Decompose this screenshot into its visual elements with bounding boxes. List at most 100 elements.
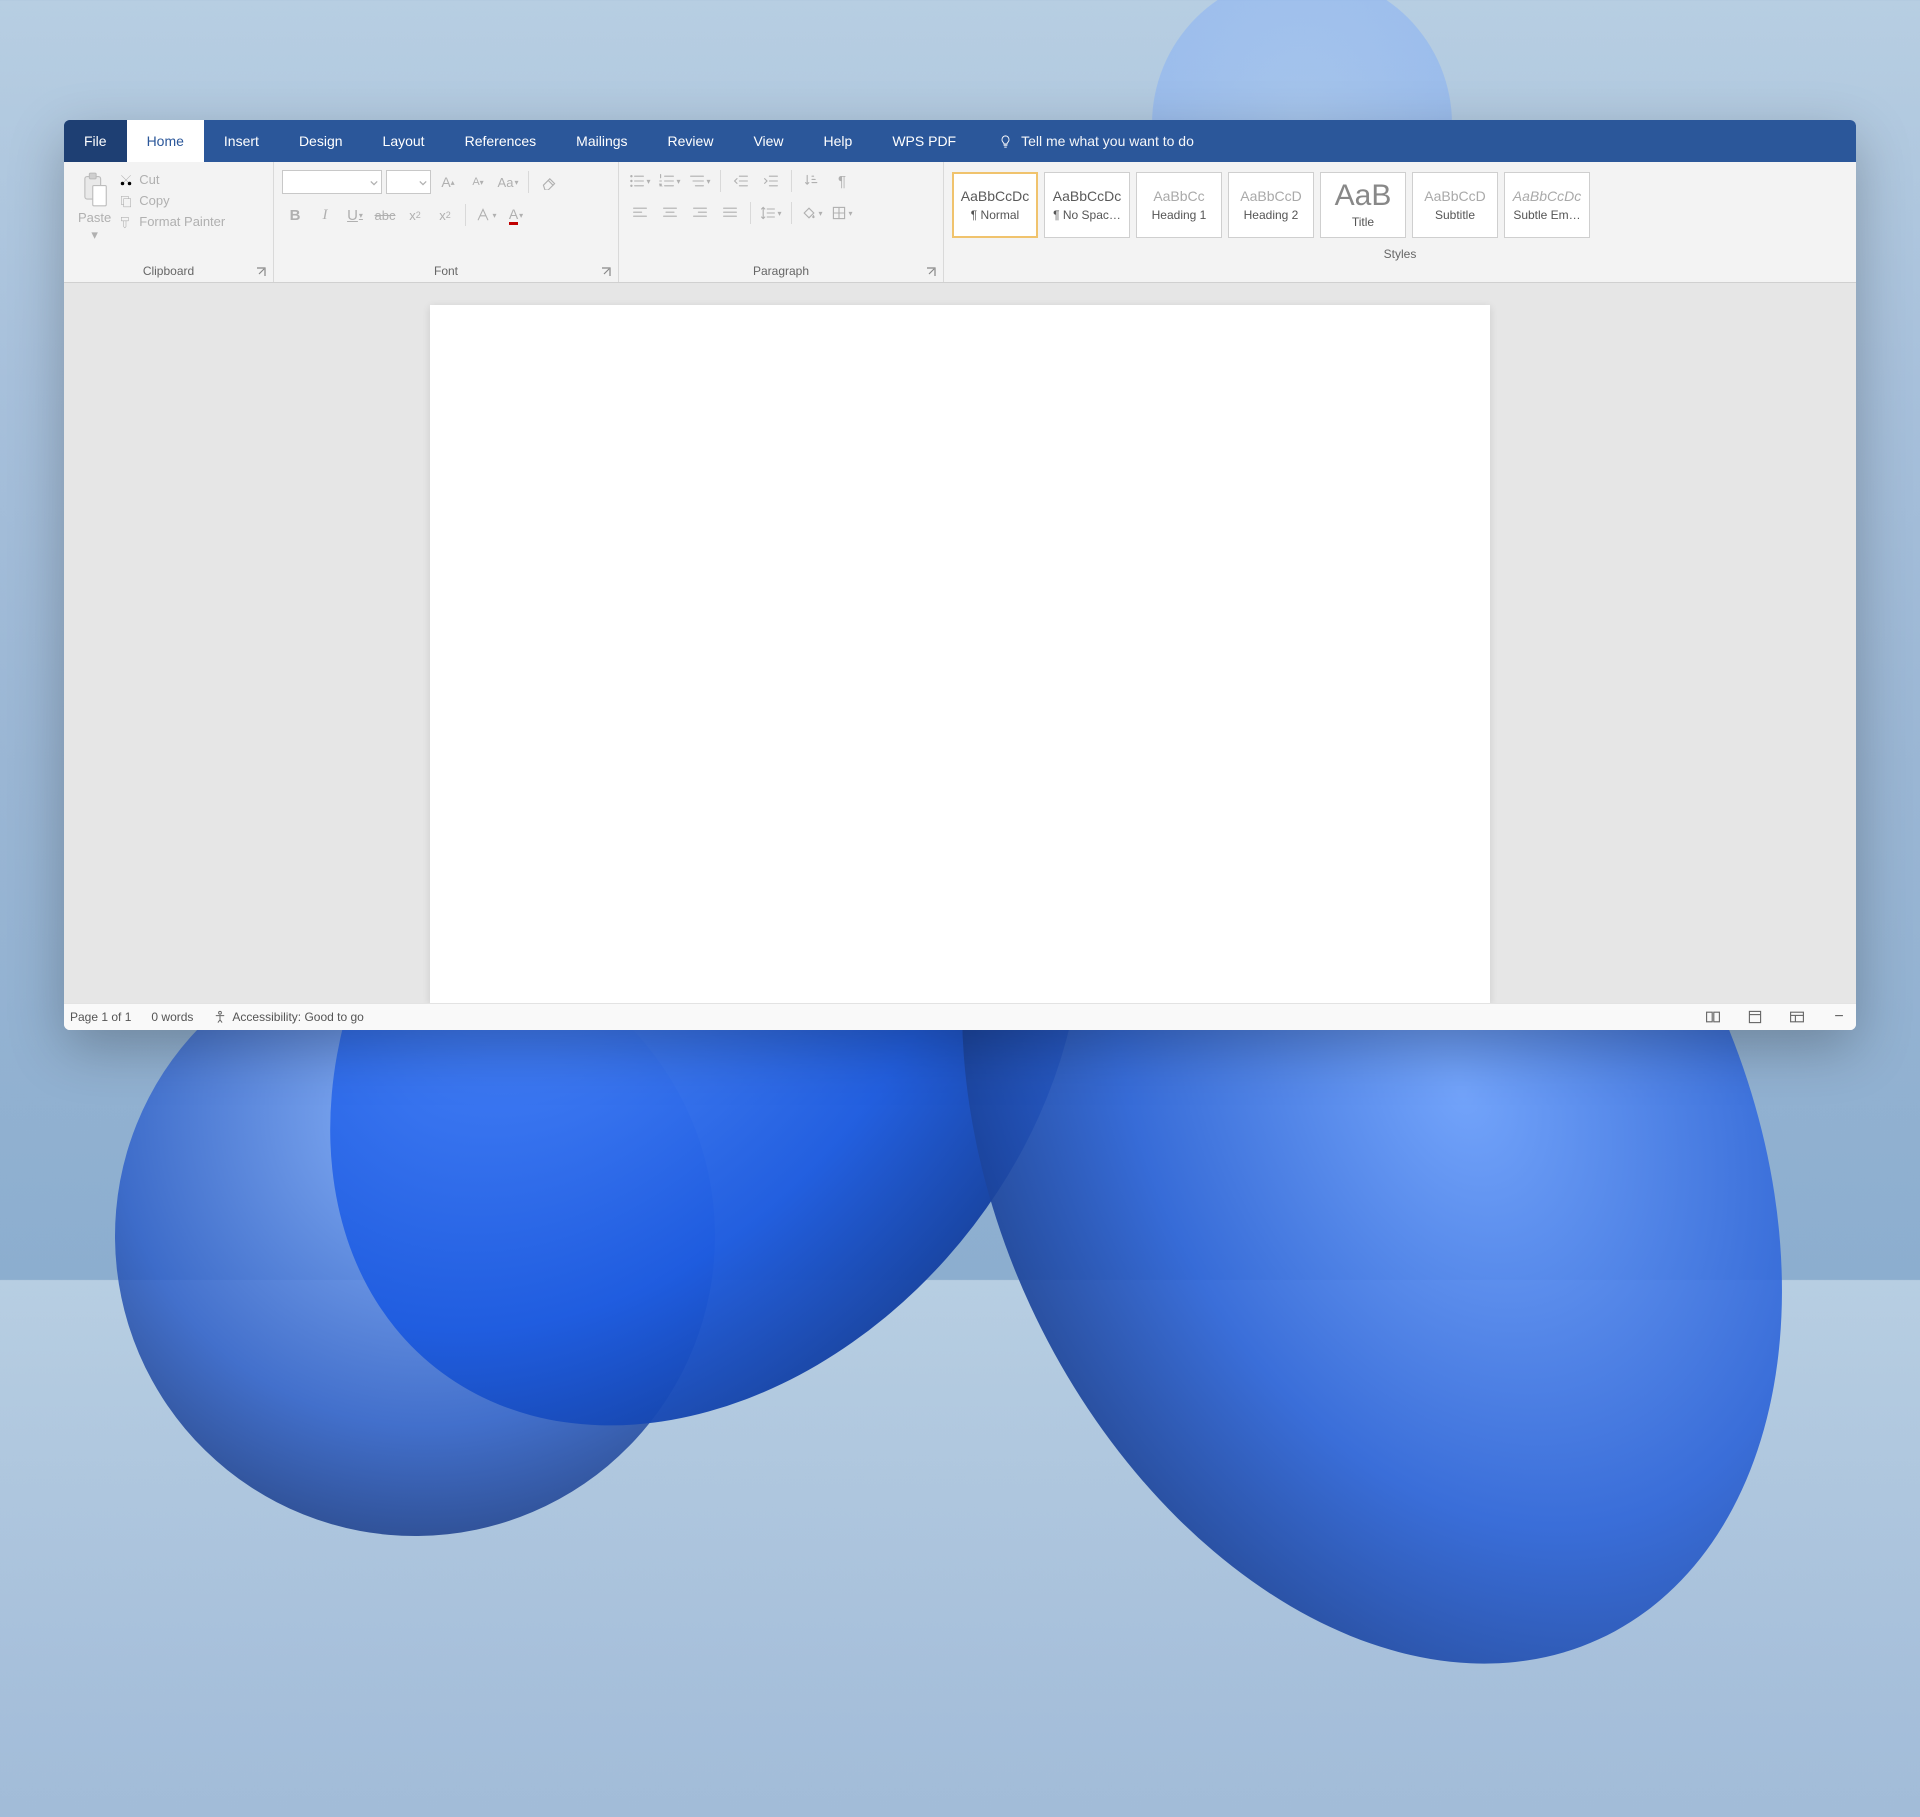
tell-me-search[interactable]: Tell me what you want to do — [976, 120, 1194, 162]
group-font: A▴ A▾ Aa▾ B — [273, 162, 618, 282]
clear-formatting-button[interactable] — [536, 171, 562, 193]
accessibility-icon — [213, 1010, 227, 1024]
italic-button[interactable]: I — [312, 204, 338, 226]
status-accessibility[interactable]: Accessibility: Good to go — [213, 1010, 363, 1024]
decrease-indent-button[interactable] — [728, 170, 754, 192]
strikethrough-button[interactable]: abc — [372, 204, 398, 226]
multilevel-list-button[interactable]: ▾ — [687, 170, 713, 192]
read-mode-icon — [1705, 1010, 1721, 1024]
style-tile--no-spac-[interactable]: AaBbCcDc¶ No Spac… — [1044, 172, 1130, 238]
view-read-mode-button[interactable] — [1702, 1008, 1724, 1026]
cut-button[interactable]: Cut — [119, 172, 225, 187]
bold-button[interactable]: B — [282, 204, 308, 226]
shrink-font-button[interactable]: A▾ — [465, 171, 491, 193]
format-painter-button[interactable]: Format Painter — [119, 214, 225, 229]
sort-button[interactable] — [799, 170, 825, 192]
style-tile-subtle-em-[interactable]: AaBbCcDcSubtle Em… — [1504, 172, 1590, 238]
font-name-combo[interactable] — [282, 170, 382, 194]
chevron-down-icon — [367, 175, 381, 190]
align-right-button[interactable] — [687, 202, 713, 224]
grow-font-button[interactable]: A▴ — [435, 171, 461, 193]
tab-help[interactable]: Help — [804, 120, 873, 162]
style-tile-title[interactable]: AaBTitle — [1320, 172, 1406, 238]
paste-icon — [81, 172, 109, 208]
tab-view[interactable]: View — [733, 120, 803, 162]
align-left-button[interactable] — [627, 202, 653, 224]
zoom-out-button[interactable]: − — [1828, 1008, 1850, 1026]
increase-indent-button[interactable] — [758, 170, 784, 192]
align-center-icon — [662, 205, 678, 221]
subscript-button[interactable]: x2 — [402, 204, 428, 226]
status-accessibility-label: Accessibility: Good to go — [232, 1010, 363, 1024]
change-case-button[interactable]: Aa▾ — [495, 171, 521, 193]
separator — [791, 170, 792, 192]
tab-design[interactable]: Design — [279, 120, 363, 162]
status-words[interactable]: 0 words — [151, 1010, 193, 1024]
tab-layout[interactable]: Layout — [363, 120, 445, 162]
font-color-button[interactable]: A▾ — [503, 204, 529, 226]
clipboard-dialog-launcher[interactable] — [255, 266, 267, 278]
paste-button[interactable]: Paste ▾ — [72, 170, 117, 245]
show-hide-marks-button[interactable]: ¶ — [829, 170, 855, 192]
print-layout-icon — [1747, 1010, 1763, 1024]
paste-label: Paste — [78, 210, 111, 225]
bullets-button[interactable]: ▾ — [627, 170, 653, 192]
style-preview: AaBbCcD — [1240, 188, 1301, 204]
style-preview: AaBbCcDc — [1053, 188, 1121, 204]
underline-button[interactable]: U▾ — [342, 204, 368, 226]
tab-file[interactable]: File — [64, 120, 127, 162]
chevron-down-icon — [416, 175, 430, 190]
indent-icon — [763, 173, 779, 189]
shading-button[interactable]: ▾ — [799, 202, 825, 224]
view-web-layout-button[interactable] — [1786, 1008, 1808, 1026]
group-label-font: Font — [276, 261, 616, 282]
format-painter-label: Format Painter — [139, 214, 225, 229]
align-left-icon — [632, 205, 648, 221]
line-spacing-button[interactable]: ▾ — [758, 202, 784, 224]
view-print-layout-button[interactable] — [1744, 1008, 1766, 1026]
separator — [791, 202, 792, 224]
status-bar: Page 1 of 1 0 words Accessibility: Good … — [64, 1003, 1856, 1030]
tab-review[interactable]: Review — [648, 120, 734, 162]
tab-home[interactable]: Home — [127, 120, 204, 162]
tab-insert[interactable]: Insert — [204, 120, 279, 162]
font-dialog-launcher[interactable] — [600, 266, 612, 278]
group-label-styles: Styles — [946, 244, 1854, 265]
copy-button[interactable]: Copy — [119, 193, 225, 208]
justify-button[interactable] — [717, 202, 743, 224]
text-highlight-button[interactable]: ▾ — [473, 204, 499, 226]
tab-mailings[interactable]: Mailings — [556, 120, 647, 162]
paragraph-dialog-launcher[interactable] — [925, 266, 937, 278]
tell-me-label: Tell me what you want to do — [1021, 133, 1194, 149]
tab-references[interactable]: References — [445, 120, 557, 162]
superscript-button[interactable]: x2 — [432, 204, 458, 226]
line-spacing-icon — [760, 205, 776, 221]
number-list-icon — [659, 173, 675, 189]
align-right-icon — [692, 205, 708, 221]
chevron-down-icon: ▾ — [91, 227, 98, 243]
borders-button[interactable]: ▾ — [829, 202, 855, 224]
separator — [720, 170, 721, 192]
document-page[interactable] — [430, 305, 1490, 1003]
style-name: Heading 1 — [1152, 208, 1207, 222]
paintbrush-icon — [119, 215, 133, 229]
style-tile-heading-2[interactable]: AaBbCcDHeading 2 — [1228, 172, 1314, 238]
group-styles: AaBbCcDc¶ NormalAaBbCcDc¶ No Spac…AaBbCc… — [943, 162, 1856, 282]
numbering-button[interactable]: ▾ — [657, 170, 683, 192]
tab-wps-pdf[interactable]: WPS PDF — [872, 120, 976, 162]
status-page[interactable]: Page 1 of 1 — [70, 1010, 131, 1024]
web-layout-icon — [1789, 1010, 1805, 1024]
justify-icon — [722, 205, 738, 221]
document-canvas[interactable] — [64, 283, 1856, 1003]
align-center-button[interactable] — [657, 202, 683, 224]
borders-icon — [831, 205, 847, 221]
style-tile--normal[interactable]: AaBbCcDc¶ Normal — [952, 172, 1038, 238]
font-size-combo[interactable] — [386, 170, 431, 194]
style-tile-subtitle[interactable]: AaBbCcDSubtitle — [1412, 172, 1498, 238]
style-preview: AaBbCcDc — [961, 188, 1029, 204]
group-label-clipboard: Clipboard — [66, 261, 271, 282]
group-label-paragraph: Paragraph — [621, 261, 941, 282]
style-tile-heading-1[interactable]: AaBbCcHeading 1 — [1136, 172, 1222, 238]
style-name: Subtle Em… — [1513, 208, 1580, 222]
word-window: File Home Insert Design Layout Reference… — [64, 120, 1856, 1030]
